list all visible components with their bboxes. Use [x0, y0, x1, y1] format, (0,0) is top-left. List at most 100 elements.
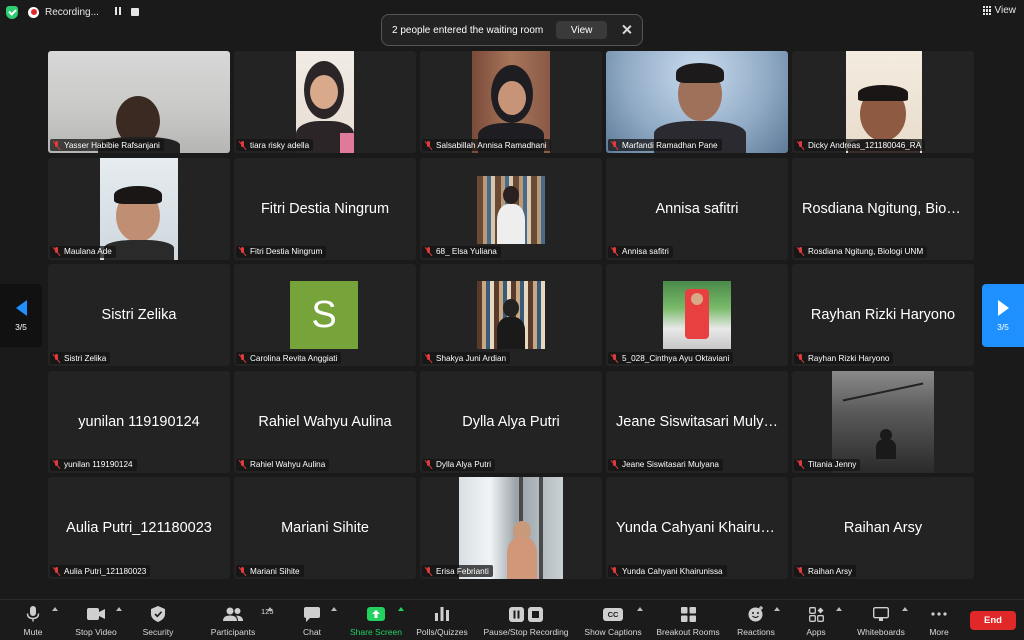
participant-tile[interactable]: Rosdiana Ngitung, Biolo... Rosdiana Ngit… — [792, 157, 974, 260]
participants-button[interactable]: 125 Participants — [206, 606, 274, 638]
share-screen-icon — [367, 606, 385, 622]
participant-tile[interactable]: Dylla Alya Putri Dylla Alya Putri — [420, 370, 602, 473]
chevron-up-icon[interactable] — [774, 607, 780, 611]
mic-muted-icon — [797, 460, 804, 469]
pause-recording-icon[interactable] — [113, 7, 123, 17]
chevron-up-icon[interactable] — [902, 607, 908, 611]
microphone-icon — [26, 606, 40, 622]
close-icon[interactable] — [621, 24, 632, 36]
participant-tile[interactable]: Salsabillah Annisa Ramadhani — [420, 51, 602, 153]
mic-muted-icon — [239, 247, 246, 256]
participant-name-label: Rosdiana Ngitung, Biologi UNM — [794, 245, 928, 258]
encryption-shield-icon[interactable] — [6, 5, 18, 19]
recording-label: Recording... — [45, 6, 99, 18]
share-screen-button[interactable]: Share Screen — [346, 606, 406, 638]
participant-tile[interactable]: Mariani Sihite Mariani Sihite — [234, 477, 416, 579]
next-page-button[interactable]: 3/5 — [982, 284, 1024, 347]
view-button[interactable]: View — [982, 5, 1017, 16]
meeting-toolbar: Mute Stop Video Security 125 Participant… — [0, 599, 1024, 640]
participant-tile[interactable]: Raihan Arsy Raihan Arsy — [792, 477, 974, 579]
participant-tile[interactable]: Yasser Habibie Rafsanjani — [48, 51, 230, 153]
participant-display-name: Fitri Destia Ningrum — [260, 200, 390, 217]
previous-page-button[interactable]: 3/5 — [0, 284, 42, 347]
participant-tile[interactable]: Rayhan Rizki Haryono Rayhan Rizki Haryon… — [792, 264, 974, 366]
pause-stop-recording-button[interactable]: Pause/Stop Recording — [480, 606, 572, 638]
mic-muted-icon — [611, 566, 618, 576]
view-label: View — [994, 5, 1017, 16]
participant-name-label: Jeane Siswitasari Mulyana — [608, 458, 723, 471]
participant-name-label: 68_ Elsa Yuliana — [422, 245, 501, 258]
chevron-up-icon[interactable] — [637, 607, 643, 611]
participant-tile[interactable]: Yunda Cahyani Khairuni... Yunda Cahyani … — [606, 477, 788, 579]
chevron-up-icon[interactable] — [836, 607, 842, 611]
arrow-right-icon — [997, 299, 1009, 316]
participant-name-label: Yunda Cahyani Khairunissa — [608, 565, 727, 577]
whiteboard-icon — [873, 606, 889, 622]
participant-display-name: Rosdiana Ngitung, Biolo... — [802, 200, 970, 217]
participant-tile[interactable]: Annisa safitri Annisa safitri — [606, 157, 788, 260]
mic-muted-icon — [611, 140, 618, 150]
stop-recording-icon[interactable] — [130, 8, 139, 16]
participant-tile[interactable]: Maulana Ade — [48, 157, 230, 260]
mic-muted-icon — [797, 140, 804, 150]
participant-name-label: Salsabillah Annisa Ramadhani — [422, 139, 551, 151]
participant-tile[interactable]: 68_ Elsa Yuliana — [420, 157, 602, 260]
participant-name-label: Annisa safitri — [608, 245, 673, 258]
participant-video — [846, 51, 922, 153]
participant-name-label: Rahiel Wahyu Aulina — [236, 458, 330, 471]
chat-button[interactable]: Chat — [296, 606, 328, 638]
participant-name-label: Rayhan Rizki Haryono — [794, 352, 894, 364]
participant-display-name: Yunda Cahyani Khairuni... — [616, 520, 784, 536]
more-button[interactable]: More — [922, 606, 956, 638]
show-captions-button[interactable]: CC Show Captions — [582, 606, 644, 638]
recording-controls-icon — [509, 606, 543, 622]
participant-name-label: Marfandi Ramadhan Pane — [608, 139, 722, 151]
chevron-up-icon[interactable] — [52, 607, 58, 611]
notification-view-button[interactable]: View — [556, 21, 608, 39]
end-meeting-button[interactable]: End — [970, 611, 1016, 630]
participant-tile[interactable]: Jeane Siswitasari Mulyana Jeane Siswitas… — [606, 370, 788, 473]
chevron-up-icon[interactable] — [331, 607, 337, 611]
participant-tile[interactable]: Fitri Destia Ningrum Fitri Destia Ningru… — [234, 157, 416, 260]
participant-tile[interactable]: Erisa Febrianti — [420, 477, 602, 579]
participant-tile[interactable]: Rahiel Wahyu Aulina Rahiel Wahyu Aulina — [234, 370, 416, 473]
breakout-rooms-button[interactable]: Breakout Rooms — [654, 606, 722, 638]
participant-tile[interactable]: 5_028_Cinthya Ayu Oktaviani — [606, 264, 788, 366]
apps-button[interactable]: Apps — [800, 606, 832, 638]
video-camera-icon — [87, 606, 105, 622]
participant-name-label: Titania Jenny — [794, 458, 861, 471]
participant-name-label: tiara risky adella — [236, 139, 314, 151]
mic-muted-icon — [797, 353, 804, 363]
participant-tile[interactable]: Dicky Andreas_121180046_RA — [792, 51, 974, 153]
participant-tile[interactable]: tiara risky adella — [234, 51, 416, 153]
chevron-up-icon[interactable] — [398, 607, 404, 611]
participant-tile[interactable]: Aulia Putri_121180023 Aulia Putri_121180… — [48, 477, 230, 579]
security-shield-icon — [151, 606, 165, 622]
gallery-grid: Yasser Habibie Rafsanjani tiara risky ad… — [48, 51, 976, 579]
mute-button[interactable]: Mute — [16, 606, 50, 638]
participant-name-label: Yasser Habibie Rafsanjani — [50, 139, 164, 151]
participant-tile[interactable]: Sistri Zelika Sistri Zelika — [48, 264, 230, 366]
security-button[interactable]: Security — [138, 606, 178, 638]
mic-muted-icon — [53, 247, 60, 256]
grid-view-icon — [982, 6, 992, 15]
participant-video — [472, 51, 550, 153]
participant-video — [296, 51, 354, 153]
stop-video-button[interactable]: Stop Video — [70, 606, 122, 638]
polls-quizzes-button[interactable]: Polls/Quizzes — [414, 606, 470, 638]
participant-video — [477, 175, 545, 244]
reactions-button[interactable]: Reactions — [734, 606, 778, 638]
smiley-face-icon — [748, 606, 764, 622]
chevron-up-icon[interactable] — [116, 607, 122, 611]
participant-tile[interactable]: Marfandi Ramadhan Pane — [606, 51, 788, 153]
participant-tile[interactable]: S Carolina Revita Anggiati — [234, 264, 416, 366]
chevron-up-icon[interactable] — [267, 607, 273, 611]
participant-tile[interactable]: Shakya Juni Ardian — [420, 264, 602, 366]
more-dots-icon — [931, 606, 947, 622]
mic-muted-icon — [425, 353, 432, 363]
mic-muted-icon — [53, 566, 60, 576]
participant-tile[interactable]: Titania Jenny — [792, 370, 974, 473]
mic-muted-icon — [53, 460, 60, 469]
participant-tile[interactable]: yunilan 119190124 yunilan 119190124 — [48, 370, 230, 473]
mic-muted-icon — [53, 353, 60, 363]
